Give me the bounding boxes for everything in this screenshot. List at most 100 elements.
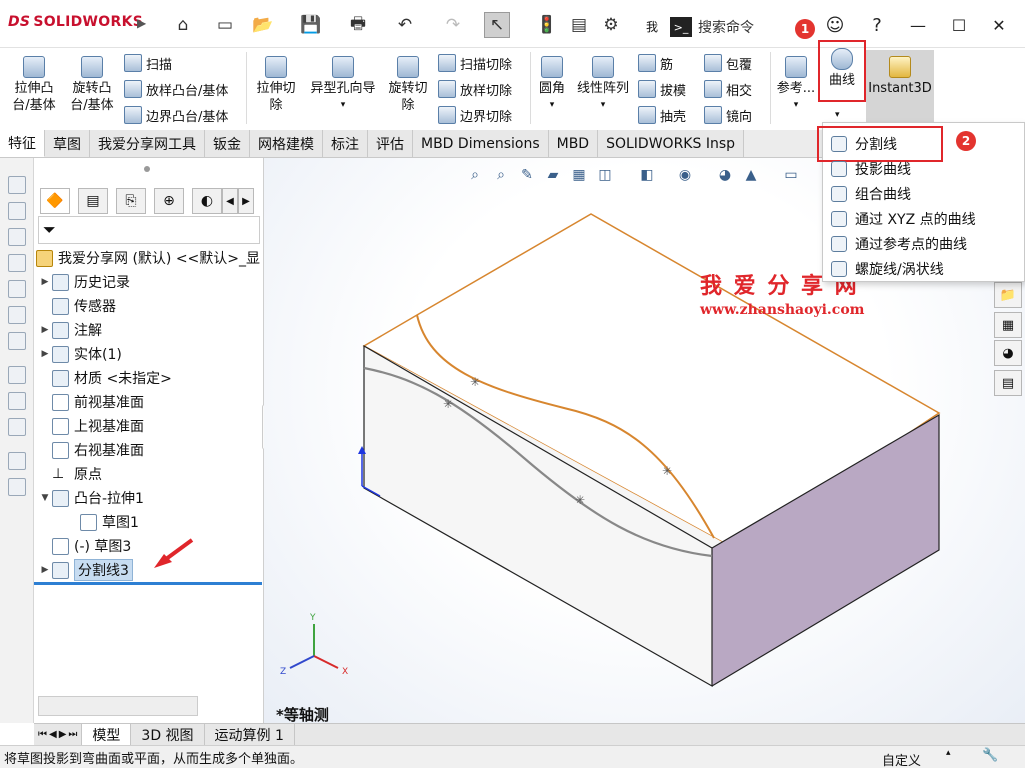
display-manager-tab-icon[interactable]: ◐ — [192, 188, 222, 214]
reference-dropdown-icon[interactable]: ▾ — [794, 97, 799, 114]
first-tab-icon[interactable]: ⏮ — [38, 729, 47, 740]
tree-material[interactable]: 材质 <未指定> — [38, 366, 172, 390]
horizontal-scrollbar[interactable] — [38, 696, 198, 716]
tab-solidworks-inspection[interactable]: SOLIDWORKS Insp — [598, 130, 744, 157]
open-folder-icon[interactable]: 📂 — [250, 12, 276, 38]
spline-point-icon[interactable]: ✳ — [662, 464, 672, 478]
tree-sketch3[interactable]: (-) 草图3 — [52, 534, 131, 558]
boundary-cut-button[interactable]: 边界切除 — [438, 102, 512, 128]
status-tool-icon[interactable]: 🔧 — [982, 748, 998, 763]
menu-item-curve-through-reference[interactable]: 通过参考点的曲线 — [831, 232, 967, 256]
menu-item-projected-curve[interactable]: 投影曲线 — [831, 157, 911, 181]
rollback-bar[interactable] — [34, 582, 262, 585]
search-commands[interactable]: >_ 搜索命令 — [670, 14, 790, 40]
rebuild-icon[interactable]: ▤ — [566, 12, 592, 38]
expand-arrow-icon[interactable]: ▶ — [38, 349, 52, 359]
minimize-button[interactable]: — — [903, 12, 933, 38]
tree-filter-icon[interactable]: ⏷ — [38, 216, 260, 244]
configuration-manager-tab-icon[interactable]: ⎘ — [116, 188, 146, 214]
linear-pattern-dropdown-icon[interactable]: ▾ — [601, 97, 606, 114]
save-icon[interactable]: 💾 — [298, 12, 324, 38]
file-explorer-icon[interactable]: 📁 — [994, 282, 1022, 308]
tool-icon[interactable] — [8, 366, 26, 384]
tree-sketch1[interactable]: 草图1 — [80, 510, 139, 534]
tool-icon[interactable] — [8, 332, 26, 350]
tree-split-line[interactable]: ▶ 分割线3 — [38, 558, 133, 582]
hole-wizard-button[interactable]: 异型孔向导 ▾ — [304, 56, 382, 114]
spline-point-icon[interactable]: ✳ — [575, 493, 585, 507]
fillet-button[interactable]: 圆角 ▾ — [534, 56, 570, 114]
options-gear-icon[interactable]: ⚙ — [598, 12, 624, 38]
extrude-boss-button[interactable]: 拉伸凸台/基体 — [8, 56, 60, 114]
tab-evaluate[interactable]: 评估 — [368, 130, 413, 157]
new-document-icon[interactable]: ▭ — [212, 12, 238, 38]
expand-arrow-icon[interactable]: ▶ — [38, 277, 52, 287]
revolve-cut-button[interactable]: 旋转切除 — [384, 56, 432, 114]
curves-button[interactable]: 曲线 — [818, 40, 866, 102]
linear-pattern-button[interactable]: 线性阵列 ▾ — [572, 56, 634, 114]
tool-icon[interactable] — [8, 392, 26, 410]
redo-icon[interactable]: ↷ — [440, 12, 466, 38]
view-palette-icon[interactable]: ▦ — [994, 312, 1022, 338]
tab-model[interactable]: 模型 — [82, 724, 132, 745]
custom-units-label[interactable]: 自定义 — [882, 750, 921, 768]
tab-scroll-left-icon[interactable]: ◀ — [222, 188, 238, 214]
dimxpert-tab-icon[interactable]: ⊕ — [154, 188, 184, 214]
tree-history[interactable]: ▶ 历史记录 — [38, 270, 130, 294]
tab-scroll-right-icon[interactable]: ▶ — [238, 188, 254, 214]
print-icon[interactable]: 🖶 — [345, 12, 371, 38]
curves-dropdown-icon[interactable]: ▾ — [835, 110, 840, 120]
loft-boss-button[interactable]: 放样凸台/基体 — [124, 76, 228, 102]
triad[interactable]: Y X Z — [280, 613, 348, 677]
tab-3d-views[interactable]: 3D 视图 — [131, 724, 205, 745]
shell-button[interactable]: 抽壳 — [638, 102, 686, 128]
home-icon[interactable]: ⌂ — [170, 12, 196, 38]
mirror-button[interactable]: 镜向 — [704, 102, 752, 128]
tab-features[interactable]: 特征 — [0, 130, 45, 157]
hole-wizard-dropdown-icon[interactable]: ▾ — [341, 97, 346, 114]
tool-icon[interactable] — [8, 280, 26, 298]
next-tab-icon[interactable]: ▶ — [59, 729, 67, 740]
tab-motion-study[interactable]: 运动算例 1 — [205, 724, 295, 745]
expand-arrow-icon[interactable]: ▶ — [38, 325, 52, 335]
instant3d-button[interactable]: Instant3D — [866, 50, 934, 130]
tab-mesh-modeling[interactable]: 网格建模 — [250, 130, 323, 157]
sweep-button[interactable]: 扫描 — [124, 50, 228, 76]
tree-annotations[interactable]: ▶ 注解 — [38, 318, 102, 342]
boundary-boss-button[interactable]: 边界凸台/基体 — [124, 102, 228, 128]
select-pointer-icon[interactable]: ↖ — [484, 12, 510, 38]
close-button[interactable]: ✕ — [984, 12, 1014, 38]
prev-tab-icon[interactable]: ◀ — [49, 729, 57, 740]
maximize-button[interactable]: ☐ — [944, 12, 974, 38]
search-input[interactable]: 搜索命令 — [698, 17, 754, 37]
tab-markup[interactable]: 标注 — [323, 130, 368, 157]
tree-front-plane[interactable]: 前视基准面 — [38, 390, 144, 414]
menu-item-composite-curve[interactable]: 组合曲线 — [831, 182, 911, 206]
extrude-cut-button[interactable]: 拉伸切除 — [252, 56, 300, 114]
spline-point-icon[interactable]: ✳ — [443, 397, 453, 411]
tab-sketch[interactable]: 草图 — [45, 130, 90, 157]
tool-icon[interactable] — [8, 452, 26, 470]
traffic-light-icon[interactable]: 🚦 — [534, 12, 560, 38]
tool-icon[interactable] — [8, 254, 26, 272]
units-dropdown-icon[interactable]: ▴ — [946, 748, 951, 758]
menu-item-curve-through-xyz[interactable]: 通过 XYZ 点的曲线 — [831, 207, 976, 231]
tool-icon[interactable] — [8, 418, 26, 436]
tree-boss-extrude[interactable]: ▼ 凸台-拉伸1 — [38, 486, 144, 510]
last-tab-icon[interactable]: ⏭ — [68, 729, 77, 740]
intersect-button[interactable]: 相交 — [704, 76, 752, 102]
tree-solid-bodies[interactable]: ▶ 实体(1) — [38, 342, 122, 366]
wrap-button[interactable]: 包覆 — [704, 50, 752, 76]
loft-cut-button[interactable]: 放样切除 — [438, 76, 512, 102]
tab-mbd[interactable]: MBD — [548, 130, 599, 157]
tree-top-plane[interactable]: 上视基准面 — [38, 414, 144, 438]
help-icon[interactable]: ? — [862, 12, 892, 38]
rib-button[interactable]: 筋 — [638, 50, 686, 76]
tool-icon[interactable] — [8, 176, 26, 194]
tab-mbd-dimensions[interactable]: MBD Dimensions — [413, 130, 549, 157]
panel-grip-icon[interactable] — [144, 166, 150, 172]
reference-geometry-button[interactable]: 参考... ▾ — [774, 56, 818, 114]
property-manager-tab-icon[interactable]: ▤ — [78, 188, 108, 214]
tool-icon[interactable] — [8, 478, 26, 496]
feature-manager-tab-icon[interactable]: 🔶 — [40, 188, 70, 214]
